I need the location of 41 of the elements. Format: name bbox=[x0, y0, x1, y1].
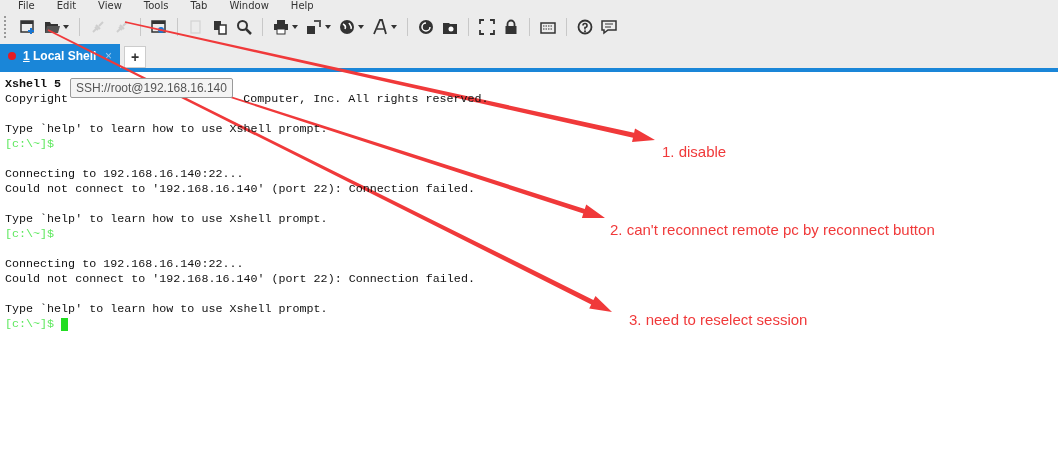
plug-icon bbox=[90, 19, 106, 35]
terminal-line: Copyright bbox=[5, 92, 69, 107]
terminal-line: Type `help' to learn how to use Xshell prompt. bbox=[5, 302, 328, 317]
shell-prompt: [c:\~]$ bbox=[5, 227, 55, 242]
terminal-line: Type `help' to learn how to use Xshell prompt. bbox=[5, 212, 328, 227]
menu-item[interactable]: Window bbox=[229, 0, 269, 12]
help-icon bbox=[577, 19, 593, 35]
search-icon bbox=[236, 19, 252, 35]
window-gear-icon bbox=[151, 19, 167, 35]
terminal-line: Connecting to 192.168.16.140:22... bbox=[5, 167, 244, 182]
menu-item[interactable]: View bbox=[98, 0, 122, 12]
lock-icon bbox=[503, 19, 519, 35]
keyboard-icon bbox=[540, 19, 556, 35]
status-dot bbox=[8, 52, 16, 60]
shell-prompt: [c:\~]$ bbox=[5, 317, 55, 332]
menu-item[interactable]: Edit bbox=[56, 0, 77, 12]
paste-icon bbox=[212, 19, 228, 35]
folder-icon bbox=[44, 19, 60, 35]
menu-item[interactable]: Help bbox=[290, 0, 314, 12]
session-tab[interactable]: 1 Local Shell × bbox=[0, 44, 120, 68]
menu-item[interactable]: Tab bbox=[190, 0, 208, 12]
tooltip: SSH://root@192.168.16.140 bbox=[70, 78, 233, 98]
menu-item[interactable]: File bbox=[18, 0, 35, 12]
annotation-text: 3. need to reselect session bbox=[629, 311, 808, 328]
font-icon bbox=[372, 19, 388, 35]
chat-icon bbox=[601, 19, 617, 35]
annotation-text: 1. disable bbox=[662, 143, 727, 160]
terminal-line: Xshell 5 bbox=[5, 77, 62, 92]
new-session-icon bbox=[20, 19, 36, 35]
toolbar-grip[interactable] bbox=[4, 16, 8, 38]
new-tab-button[interactable]: + bbox=[124, 46, 146, 68]
copy-icon bbox=[188, 19, 204, 35]
shell-prompt: [c:\~]$ bbox=[5, 137, 55, 152]
printer-icon bbox=[273, 19, 289, 35]
annotation-text: 2. can't reconnect remote pc by reconnect button bbox=[610, 221, 935, 238]
terminal-line: Connecting to 192.168.16.140:22... bbox=[5, 257, 244, 272]
fullscreen-icon bbox=[479, 19, 495, 35]
globe-icon bbox=[339, 19, 355, 35]
terminal-line: Could not connect to '192.168.16.140' (port 22): Connection failed. bbox=[5, 272, 475, 287]
menu-item[interactable]: Tools bbox=[143, 0, 169, 12]
transfer-icon bbox=[306, 19, 322, 35]
